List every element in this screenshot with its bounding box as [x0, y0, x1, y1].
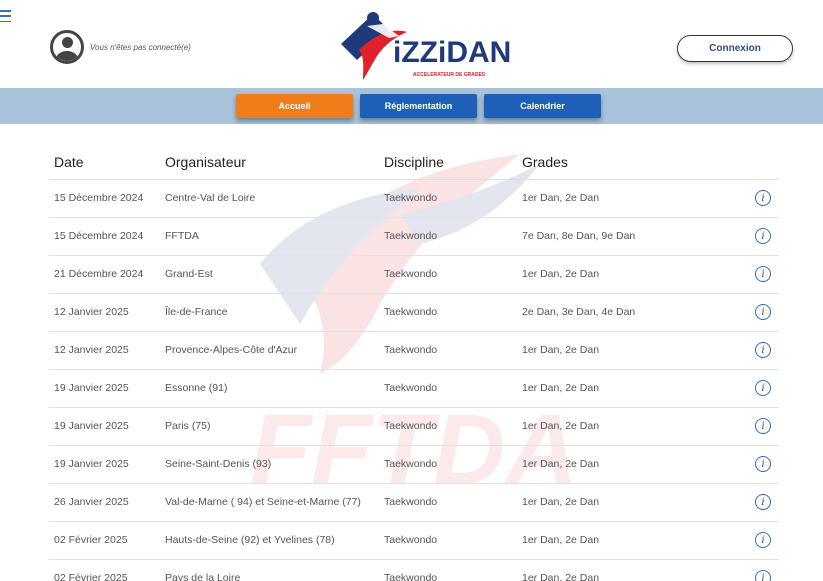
user-status-text: Vous n'êtes pas connecté(e): [90, 42, 191, 52]
info-icon[interactable]: i: [755, 190, 771, 206]
table-row[interactable]: 12 Janvier 2025 Île-de-France Taekwondo …: [49, 294, 779, 332]
info-icon[interactable]: i: [755, 456, 771, 472]
cell-organisateur: Paris (75): [165, 420, 211, 432]
info-icon[interactable]: i: [755, 266, 771, 282]
nav-regulation-button[interactable]: Réglementation: [360, 94, 477, 118]
info-icon[interactable]: i: [755, 570, 771, 581]
cell-organisateur: Essonne (91): [165, 382, 228, 394]
cell-organisateur: Provence-Alpes-Côte d'Azur: [165, 344, 298, 356]
table-row[interactable]: 02 Février 2025 Pays de la Loire Taekwon…: [49, 560, 779, 581]
cell-grades: 1er Dan, 2e Dan: [522, 420, 600, 432]
cell-organisateur: Île-de-France: [165, 306, 228, 318]
hamburger-menu-icon[interactable]: [0, 10, 12, 22]
table-row[interactable]: 19 Janvier 2025 Paris (75) Taekwondo 1er…: [49, 408, 779, 446]
cell-date: 15 Décembre 2024: [54, 230, 144, 242]
cell-date: 12 Janvier 2025: [54, 344, 129, 356]
cell-date: 15 Décembre 2024: [54, 192, 144, 204]
cell-discipline: Taekwondo: [384, 534, 438, 546]
info-icon[interactable]: i: [755, 380, 771, 396]
cell-date: 26 Janvier 2025: [54, 496, 129, 508]
header-grades: Grades: [522, 154, 568, 170]
cell-discipline: Taekwondo: [384, 572, 438, 581]
cell-organisateur: Seine-Saint-Denis (93): [165, 458, 272, 470]
table-header: Date Organisateur Discipline Grades: [49, 146, 779, 180]
cell-date: 02 Février 2025: [54, 534, 128, 546]
table-row[interactable]: 19 Janvier 2025 Essonne (91) Taekwondo 1…: [49, 370, 779, 408]
cell-discipline: Taekwondo: [384, 268, 438, 280]
cell-grades: 1er Dan, 2e Dan: [522, 458, 600, 470]
cell-grades: 1er Dan, 2e Dan: [522, 344, 600, 356]
info-icon[interactable]: i: [755, 342, 771, 358]
info-icon[interactable]: i: [755, 228, 771, 244]
info-icon[interactable]: i: [755, 304, 771, 320]
cell-grades: 2e Dan, 3e Dan, 4e Dan: [522, 306, 636, 318]
table-row[interactable]: 19 Janvier 2025 Seine-Saint-Denis (93) T…: [49, 446, 779, 484]
cell-organisateur: Val-de-Marne ( 94) et Seine-et-Marne (77…: [165, 496, 361, 508]
cell-organisateur: FFTDA: [165, 230, 199, 242]
top-bar: Vous n'êtes pas connecté(e) iZZiDAN ACCE…: [0, 0, 823, 88]
header-discipline: Discipline: [384, 154, 444, 170]
cell-date: 21 Décembre 2024: [54, 268, 144, 280]
cell-discipline: Taekwondo: [384, 306, 438, 318]
logo-tagline: ACCELERATEUR DE GRADES: [413, 72, 486, 78]
izzidan-logo[interactable]: iZZiDAN ACCELERATEUR DE GRADES: [337, 6, 517, 82]
cell-date: 02 Février 2025: [54, 572, 128, 581]
table-row[interactable]: 21 Décembre 2024 Grand-Est Taekwondo 1er…: [49, 256, 779, 294]
info-icon[interactable]: i: [755, 532, 771, 548]
cell-grades: 1er Dan, 2e Dan: [522, 572, 600, 581]
header-date: Date: [54, 154, 84, 170]
cell-date: 12 Janvier 2025: [54, 306, 129, 318]
cell-discipline: Taekwondo: [384, 420, 438, 432]
table-row[interactable]: 12 Janvier 2025 Provence-Alpes-Côte d'Az…: [49, 332, 779, 370]
cell-organisateur: Grand-Est: [165, 268, 213, 280]
calendar-table: Date Organisateur Discipline Grades 15 D…: [49, 146, 779, 581]
table-row[interactable]: 26 Janvier 2025 Val-de-Marne ( 94) et Se…: [49, 484, 779, 522]
cell-grades: 1er Dan, 2e Dan: [522, 496, 600, 508]
cell-grades: 1er Dan, 2e Dan: [522, 192, 600, 204]
table-row[interactable]: 15 Décembre 2024 FFTDA Taekwondo 7e Dan,…: [49, 218, 779, 256]
cell-discipline: Taekwondo: [384, 382, 438, 394]
cell-discipline: Taekwondo: [384, 192, 438, 204]
info-icon[interactable]: i: [755, 494, 771, 510]
cell-discipline: Taekwondo: [384, 230, 438, 242]
cell-discipline: Taekwondo: [384, 458, 438, 470]
cell-discipline: Taekwondo: [384, 496, 438, 508]
cell-discipline: Taekwondo: [384, 344, 438, 356]
nav-bar: Accueil Réglementation Calendrier: [0, 88, 823, 124]
cell-grades: 1er Dan, 2e Dan: [522, 268, 600, 280]
cell-date: 19 Janvier 2025: [54, 420, 129, 432]
nav-home-button[interactable]: Accueil: [236, 94, 353, 118]
table-row[interactable]: 15 Décembre 2024 Centre-Val de Loire Tae…: [49, 180, 779, 218]
avatar-icon: [50, 30, 84, 64]
cell-grades: 1er Dan, 2e Dan: [522, 534, 600, 546]
cell-organisateur: Pays de la Loire: [165, 572, 241, 581]
login-button[interactable]: Connexion: [677, 35, 793, 62]
cell-organisateur: Hauts-de-Seine (92) et Yvelines (78): [165, 534, 335, 546]
table-row[interactable]: 02 Février 2025 Hauts-de-Seine (92) et Y…: [49, 522, 779, 560]
logo-text: iZZiDAN: [393, 36, 511, 69]
cell-date: 19 Janvier 2025: [54, 382, 129, 394]
cell-grades: 7e Dan, 8e Dan, 9e Dan: [522, 230, 636, 242]
user-status-area: Vous n'êtes pas connecté(e): [50, 30, 191, 64]
cell-grades: 1er Dan, 2e Dan: [522, 382, 600, 394]
info-icon[interactable]: i: [755, 418, 771, 434]
cell-organisateur: Centre-Val de Loire: [165, 192, 256, 204]
cell-date: 19 Janvier 2025: [54, 458, 129, 470]
nav-calendar-button[interactable]: Calendrier: [484, 94, 601, 118]
header-organisateur: Organisateur: [165, 154, 246, 170]
